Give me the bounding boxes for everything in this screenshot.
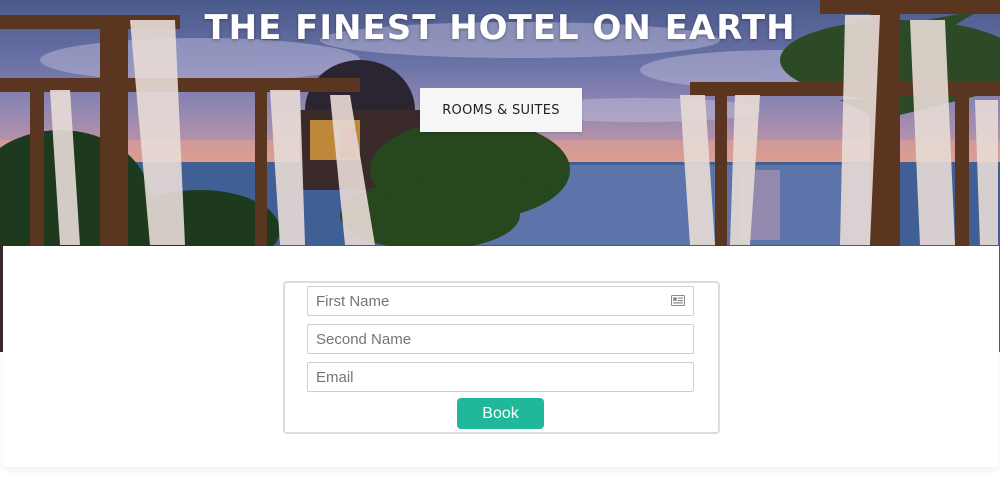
first-name-field[interactable] (307, 286, 694, 316)
second-name-field[interactable] (307, 324, 694, 354)
rooms-and-suites-button[interactable]: ROOMS & SUITES (420, 88, 582, 132)
contact-card-icon[interactable] (671, 295, 685, 306)
email-field[interactable] (307, 362, 694, 392)
book-button[interactable]: Book (457, 398, 544, 429)
page: THE FINEST HOTEL ON EARTH ROOMS & SUITES… (0, 0, 1000, 502)
hero-title: THE FINEST HOTEL ON EARTH (204, 8, 796, 48)
